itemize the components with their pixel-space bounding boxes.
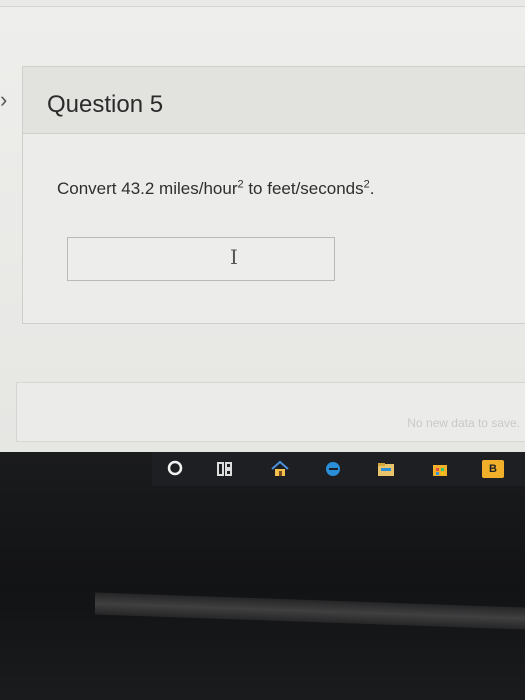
save-panel: No new data to save. [16,382,525,442]
question-panel: Question 5 Convert 43.2 miles/hour2 to f… [22,66,525,324]
save-status: No new data to save. [407,416,520,430]
chevron-right-icon[interactable]: › [0,86,16,114]
question-text-part: . [369,179,375,198]
question-text-part: Convert 43.2 miles/hour [57,179,238,198]
task-view-icon[interactable] [216,460,234,478]
top-strip [0,0,525,7]
answer-input[interactable]: I [67,237,335,281]
edge-icon[interactable] [324,460,342,478]
text-cursor-icon: I [230,245,238,269]
question-header: Question 5 [23,67,525,134]
app-b-label: B [489,463,497,475]
cortana-icon[interactable] [166,459,184,477]
browser-viewport: › Question 5 Convert 43.2 miles/hour2 to… [0,0,525,452]
app-b-icon[interactable]: B [482,460,504,478]
question-title: Question 5 [47,91,164,118]
monitor-bezel [0,452,525,700]
store-icon[interactable] [430,460,448,478]
question-text-part: to feet/seconds [243,179,364,198]
taskbar: B [152,452,525,486]
home-icon[interactable] [270,460,289,478]
question-text: Convert 43.2 miles/hour2 to feet/seconds… [57,179,375,199]
file-explorer-icon[interactable] [376,460,394,478]
